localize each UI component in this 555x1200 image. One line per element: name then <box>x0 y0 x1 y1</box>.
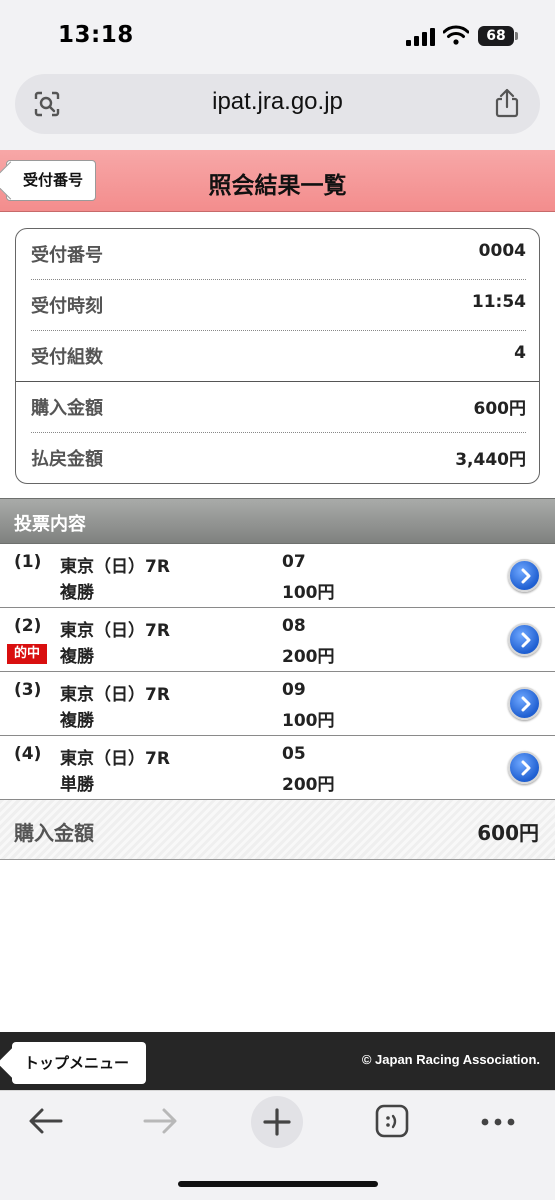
bet-row[interactable]: (4) 東京（日）7R 単勝 05 200円 <box>0 736 555 800</box>
summary-label: 払戻金額 <box>31 449 103 470</box>
chevron-right-icon <box>521 632 531 648</box>
summary-label: 受付番号 <box>31 245 103 266</box>
tabs-icon[interactable] <box>374 1103 410 1139</box>
bet-amount: 200円 <box>282 647 335 667</box>
bet-type: 複勝 <box>60 583 94 603</box>
bet-amount: 200円 <box>282 775 335 795</box>
top-menu-label: トップメニュー <box>24 1054 130 1072</box>
bet-type: 複勝 <box>60 647 94 667</box>
summary-value: 0004 <box>478 241 526 261</box>
page-header: 受付番号 照会結果一覧 <box>0 150 555 212</box>
battery-indicator: 68 <box>478 26 514 46</box>
bet-horse-number: 08 <box>282 616 306 636</box>
new-tab-button[interactable] <box>251 1096 303 1148</box>
summary-panel: 受付番号 0004 受付時刻 11:54 受付組数 4 購入金額 600円 払戻… <box>15 228 540 484</box>
summary-label: 購入金額 <box>31 398 103 419</box>
cellular-signal-icon <box>406 28 435 46</box>
bet-type: 単勝 <box>60 775 94 795</box>
total-value: 600円 <box>477 821 539 845</box>
site-footer: トップメニュー © Japan Racing Association. <box>0 1032 555 1090</box>
summary-value: 3,440円 <box>455 450 526 470</box>
copyright-text: © Japan Racing Association. <box>361 1052 540 1067</box>
bet-horse-number: 05 <box>282 744 306 764</box>
bet-race: 東京（日）7R <box>60 557 170 577</box>
summary-row-payout-amount: 払戻金額 3,440円 <box>31 433 526 484</box>
section-title: 投票内容 <box>14 514 86 535</box>
summary-row-receipt-time: 受付時刻 11:54 <box>31 280 526 331</box>
chevron-right-icon <box>521 760 531 776</box>
share-icon[interactable] <box>494 88 520 118</box>
bet-amount: 100円 <box>282 583 335 603</box>
bet-detail-button[interactable] <box>508 751 541 784</box>
bet-horse-number: 09 <box>282 680 306 700</box>
url-text[interactable]: ipat.jra.go.jp <box>15 88 540 116</box>
total-label: 購入金額 <box>14 821 94 845</box>
forward-arrow-icon[interactable] <box>142 1107 178 1135</box>
bet-number: (1) <box>14 552 42 572</box>
wifi-icon <box>443 25 469 45</box>
bet-detail-button[interactable] <box>508 623 541 656</box>
chevron-right-icon <box>521 568 531 584</box>
browser-toolbar <box>0 1090 555 1200</box>
bet-row[interactable]: (2) 的中 東京（日）7R 複勝 08 200円 <box>0 608 555 672</box>
bet-race: 東京（日）7R <box>60 621 170 641</box>
summary-row-purchase-amount: 購入金額 600円 <box>31 382 526 433</box>
summary-value: 11:54 <box>471 292 526 312</box>
bet-detail-button[interactable] <box>508 559 541 592</box>
back-arrow-icon[interactable] <box>28 1107 64 1135</box>
bet-detail-button[interactable] <box>508 687 541 720</box>
battery-tip <box>515 32 518 40</box>
summary-value: 600円 <box>473 399 527 419</box>
bet-number: (3) <box>14 680 42 700</box>
status-time: 13:18 <box>58 22 134 48</box>
bet-race: 東京（日）7R <box>60 749 170 769</box>
purchase-total-bar: 購入金額 600円 <box>0 800 555 860</box>
top-menu-button[interactable]: トップメニュー <box>12 1042 146 1084</box>
summary-label: 受付組数 <box>31 347 103 368</box>
more-icon[interactable] <box>480 1117 516 1127</box>
page-title: 照会結果一覧 <box>208 173 347 199</box>
bet-row[interactable]: (3) 東京（日）7R 複勝 09 100円 <box>0 672 555 736</box>
summary-row-receipt-number: 受付番号 0004 <box>31 229 526 280</box>
plus-icon <box>263 1108 291 1136</box>
bet-amount: 100円 <box>282 711 335 731</box>
bet-horse-number: 07 <box>282 552 306 572</box>
hit-badge: 的中 <box>7 644 47 664</box>
summary-row-set-count: 受付組数 4 <box>31 331 526 382</box>
browser-address-area: ipat.jra.go.jp <box>0 70 555 150</box>
bet-contents-header: 投票内容 <box>0 498 555 544</box>
address-bar[interactable]: ipat.jra.go.jp <box>15 74 540 134</box>
chevron-right-icon <box>521 696 531 712</box>
bet-row[interactable]: (1) 東京（日）7R 複勝 07 100円 <box>0 544 555 608</box>
summary-value: 4 <box>514 343 526 363</box>
home-indicator <box>178 1181 378 1187</box>
bet-race: 東京（日）7R <box>60 685 170 705</box>
bet-type: 複勝 <box>60 711 94 731</box>
bet-number: (2) <box>14 616 42 636</box>
summary-label: 受付時刻 <box>31 296 103 317</box>
bet-number: (4) <box>14 744 42 764</box>
status-bar: 13:18 68 <box>0 0 555 70</box>
